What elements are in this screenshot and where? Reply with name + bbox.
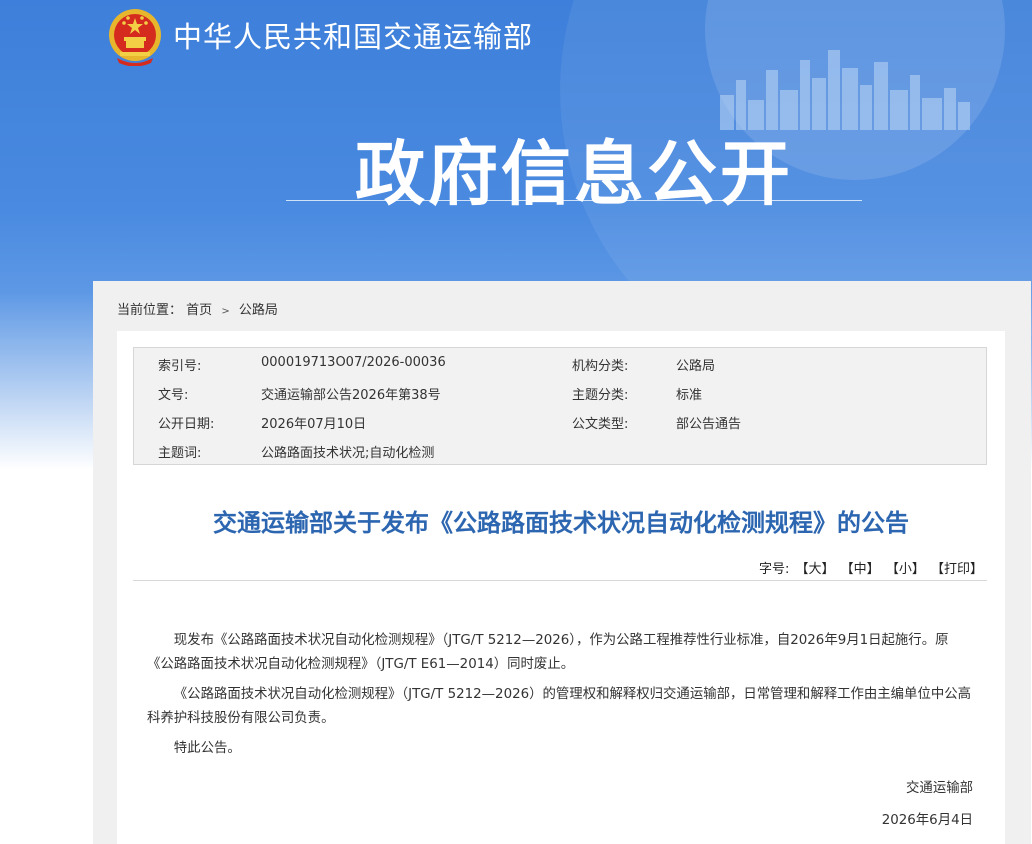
breadcrumb-label: 当前位置：	[117, 303, 183, 318]
article-paragraph: 现发布《公路路面技术状况自动化检测规程》（JTG/T 5212—2026），作为…	[147, 633, 949, 672]
title-divider	[133, 580, 987, 581]
national-emblem-icon	[109, 9, 161, 66]
breadcrumb: 当前位置： 首页 > 公路局	[117, 299, 278, 318]
site-name[interactable]: 中华人民共和国交通运输部	[173, 14, 533, 56]
font-size-medium-button[interactable]: 【中】	[841, 562, 880, 577]
meta-index-label: 索引号:	[158, 359, 202, 374]
breadcrumb-separator: >	[221, 306, 230, 317]
meta-docno-value: 交通运输部公告2026年第38号	[261, 388, 441, 403]
font-size-label: 字号:	[758, 562, 790, 577]
print-button[interactable]: 【打印】	[931, 562, 983, 577]
font-size-large-button[interactable]: 【大】	[796, 562, 835, 577]
meta-type-value: 部公告通告	[676, 417, 742, 432]
article-title: 交通运输部关于发布《公路路面技术状况自动化检测规程》的公告	[213, 509, 909, 537]
meta-org-label: 机构分类:	[572, 359, 629, 374]
breadcrumb-home-link[interactable]: 首页	[186, 303, 212, 318]
meta-type-label: 公文类型:	[572, 417, 629, 432]
article-signature: 交通运输部	[906, 781, 973, 796]
meta-date-label: 公开日期:	[158, 417, 215, 432]
meta-index-value: 000019713O07/2026-00036	[261, 355, 446, 370]
font-size-small-button[interactable]: 【小】	[886, 562, 925, 577]
meta-date-value: 2026年07月10日	[261, 417, 367, 432]
meta-theme-value: 标准	[676, 388, 703, 403]
breadcrumb-bureau-link[interactable]: 公路局	[239, 303, 278, 318]
article-paragraph: 《公路路面技术状况自动化检测规程》（JTG/T 5212—2026）的管理权和解…	[147, 687, 972, 726]
article-paragraph: 特此公告。	[173, 741, 241, 756]
banner-title: 政府信息公开	[355, 133, 793, 215]
meta-keywords-value: 公路路面技术状况;自动化检测	[261, 446, 435, 461]
font-size-controls: 字号: 【大】 【中】 【小】 【打印】	[759, 558, 983, 577]
document-meta-table: 索引号: 000019713O07/2026-00036 机构分类: 公路局 文…	[133, 347, 987, 465]
content-area: 当前位置： 首页 > 公路局 索引号: 000019713O07/2026-00…	[93, 281, 1031, 844]
meta-org-value: 公路局	[676, 359, 716, 374]
article-body: 现发布《公路路面技术状况自动化检测规程》（JTG/T 5212—2026），作为…	[147, 629, 973, 767]
city-skyline-decoration	[720, 50, 970, 130]
article-sign-date: 2026年6月4日	[881, 813, 973, 828]
meta-docno-label: 文号:	[158, 388, 189, 403]
article-panel: 索引号: 000019713O07/2026-00036 机构分类: 公路局 文…	[117, 331, 1005, 844]
meta-keywords-label: 主题词:	[158, 446, 202, 461]
banner-underline	[286, 200, 862, 201]
meta-theme-label: 主题分类:	[572, 388, 629, 403]
